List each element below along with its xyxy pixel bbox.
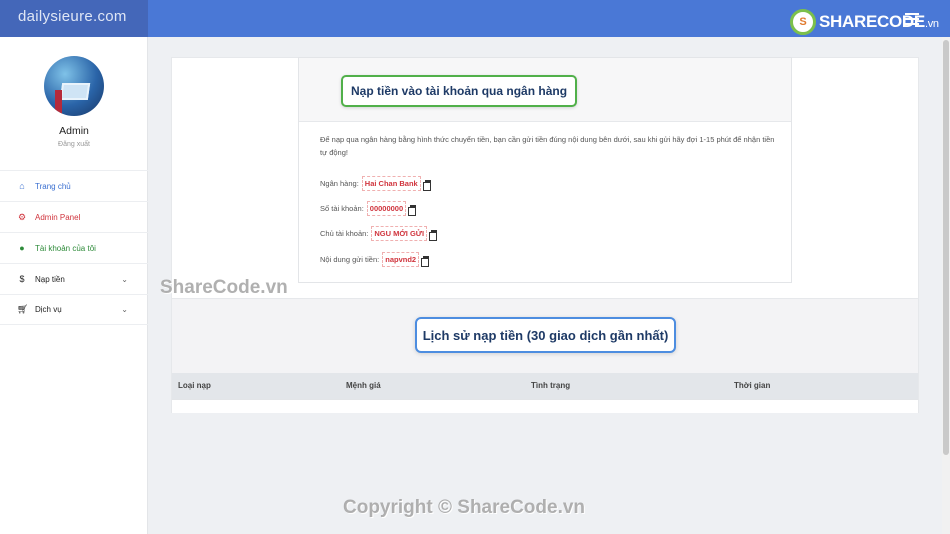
scrollbar-thumb[interactable] [943,40,949,455]
transfer-content-label: Nội dung gửi tiền: [320,255,380,264]
brand-logo[interactable]: dailysieure.com [0,0,148,37]
sidebar-item-label: Trang chủ [35,181,71,191]
column-header-amount: Mệnh giá [346,381,381,390]
bank-deposit-header: Nạp tiền vào tài khoản qua ngân hàng [299,58,791,122]
column-header-status: Tình trạng [531,381,571,390]
watermark-footer: Copyright © ShareCode.vn [343,497,586,518]
sidebar-item-label: Tài khoản của tôi [35,243,96,253]
hamburger-menu-icon[interactable] [905,13,919,28]
deposit-instructions: Để nạp qua ngân hàng bằng hình thức chuy… [320,135,775,157]
dollar-icon: $ [19,274,25,284]
user-circle-icon: ● [19,243,25,253]
sharecode-logo-mark: S [790,9,816,35]
copy-icon[interactable] [421,256,430,267]
account-number-row: Số tài khoản: 00000000 [320,201,417,216]
chevron-down-icon: ⌄ [121,305,128,314]
sidebar-item-label: Nạp tiền [35,274,65,284]
account-owner-label: Chủ tài khoản: [320,229,369,238]
deposit-title-button[interactable]: Nạp tiền vào tài khoản qua ngân hàng [341,75,578,107]
chevron-down-icon: ⌄ [121,274,128,284]
sidebar-item-label: Admin Panel [35,212,81,222]
bank-name-value: Hai Chan Bank [361,176,421,191]
deposit-history-section: Lịch sử nạp tiền (30 giao dịch gần nhất)… [172,298,918,413]
sidebar: Admin Đăng xuất ⌂ Trang chủ ⚙ Admin Pane… [0,37,148,534]
account-number-value: 00000000 [366,201,407,216]
sidebar-item-my-account[interactable]: ● Tài khoản của tôi [0,232,148,263]
transfer-content-value: napvnd2 [382,252,420,267]
column-header-time: Thời gian [734,381,771,390]
top-bar: dailysieure.com S SHARECODE.vn [0,0,950,37]
logout-link[interactable]: Đăng xuất [0,141,148,148]
account-owner-row: Chủ tài khoản: NGU MỚI GỬI [320,226,438,241]
bank-name-row: Ngân hàng: Hai Chan Bank [320,176,431,191]
account-owner-value: NGU MỚI GỬI [371,226,428,241]
copy-icon[interactable] [408,205,417,216]
sidebar-nav: ⌂ Trang chủ ⚙ Admin Panel ● Tài khoản củ… [0,170,148,325]
transfer-content-row: Nội dung gửi tiền: napvnd2 [320,252,430,267]
cart-icon: 🛒︎ [17,304,29,314]
history-title-button[interactable]: Lịch sử nạp tiền (30 giao dịch gần nhất) [415,317,676,353]
sidebar-item-label: Dịch vụ [35,305,62,314]
table-row [172,399,918,413]
bank-deposit-panel: Nạp tiền vào tài khoản qua ngân hàng Để … [298,57,792,283]
home-icon: ⌂ [19,181,25,191]
avatar [44,56,104,116]
sidebar-item-home[interactable]: ⌂ Trang chủ [0,170,148,201]
gear-icon: ⚙ [17,211,27,222]
account-number-label: Số tài khoản: [320,204,364,213]
user-name: Admin [59,125,89,137]
column-header-type: Loại nạp [178,381,211,390]
watermark-center: ShareCode.vn [160,277,288,298]
bank-name-label: Ngân hàng: [320,179,359,188]
sidebar-item-services[interactable]: 🛒︎ Dịch vụ ⌄ [0,294,148,325]
sidebar-item-deposit[interactable]: $ Nạp tiền ⌄ [0,263,148,294]
history-table-header: Loại nạp Mệnh giá Tình trạng Thời gian [172,373,918,399]
sidebar-item-admin-panel[interactable]: ⚙ Admin Panel [0,201,148,232]
copy-icon[interactable] [422,180,431,191]
copy-icon[interactable] [429,230,438,241]
sharecode-logo-text: SHARECODE.vn [819,12,939,31]
